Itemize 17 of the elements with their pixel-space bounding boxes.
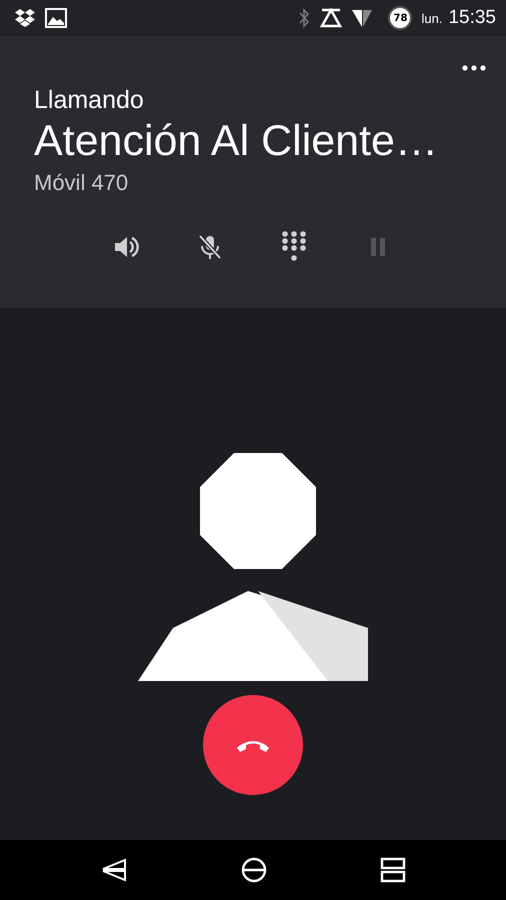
bluetooth-icon <box>297 7 312 29</box>
signal-icon <box>351 8 374 28</box>
recents-icon[interactable] <box>380 857 406 883</box>
phone-number-label: Móvil 470 <box>34 170 130 196</box>
dropbox-icon <box>14 8 36 28</box>
contact-name: Atención Al Cliente… <box>34 117 439 166</box>
clock: 15:35 <box>448 7 496 29</box>
home-icon[interactable] <box>241 857 267 883</box>
call-state-label: Llamando <box>34 86 145 115</box>
back-icon[interactable] <box>100 858 128 882</box>
image-icon <box>45 8 67 28</box>
data-triangle-icon <box>320 8 342 28</box>
more-menu-icon[interactable] <box>462 64 486 72</box>
day-label: lun. <box>421 10 442 26</box>
battery-indicator: 78 <box>388 6 412 30</box>
mute-icon <box>196 233 224 261</box>
dialpad-icon <box>280 231 308 263</box>
